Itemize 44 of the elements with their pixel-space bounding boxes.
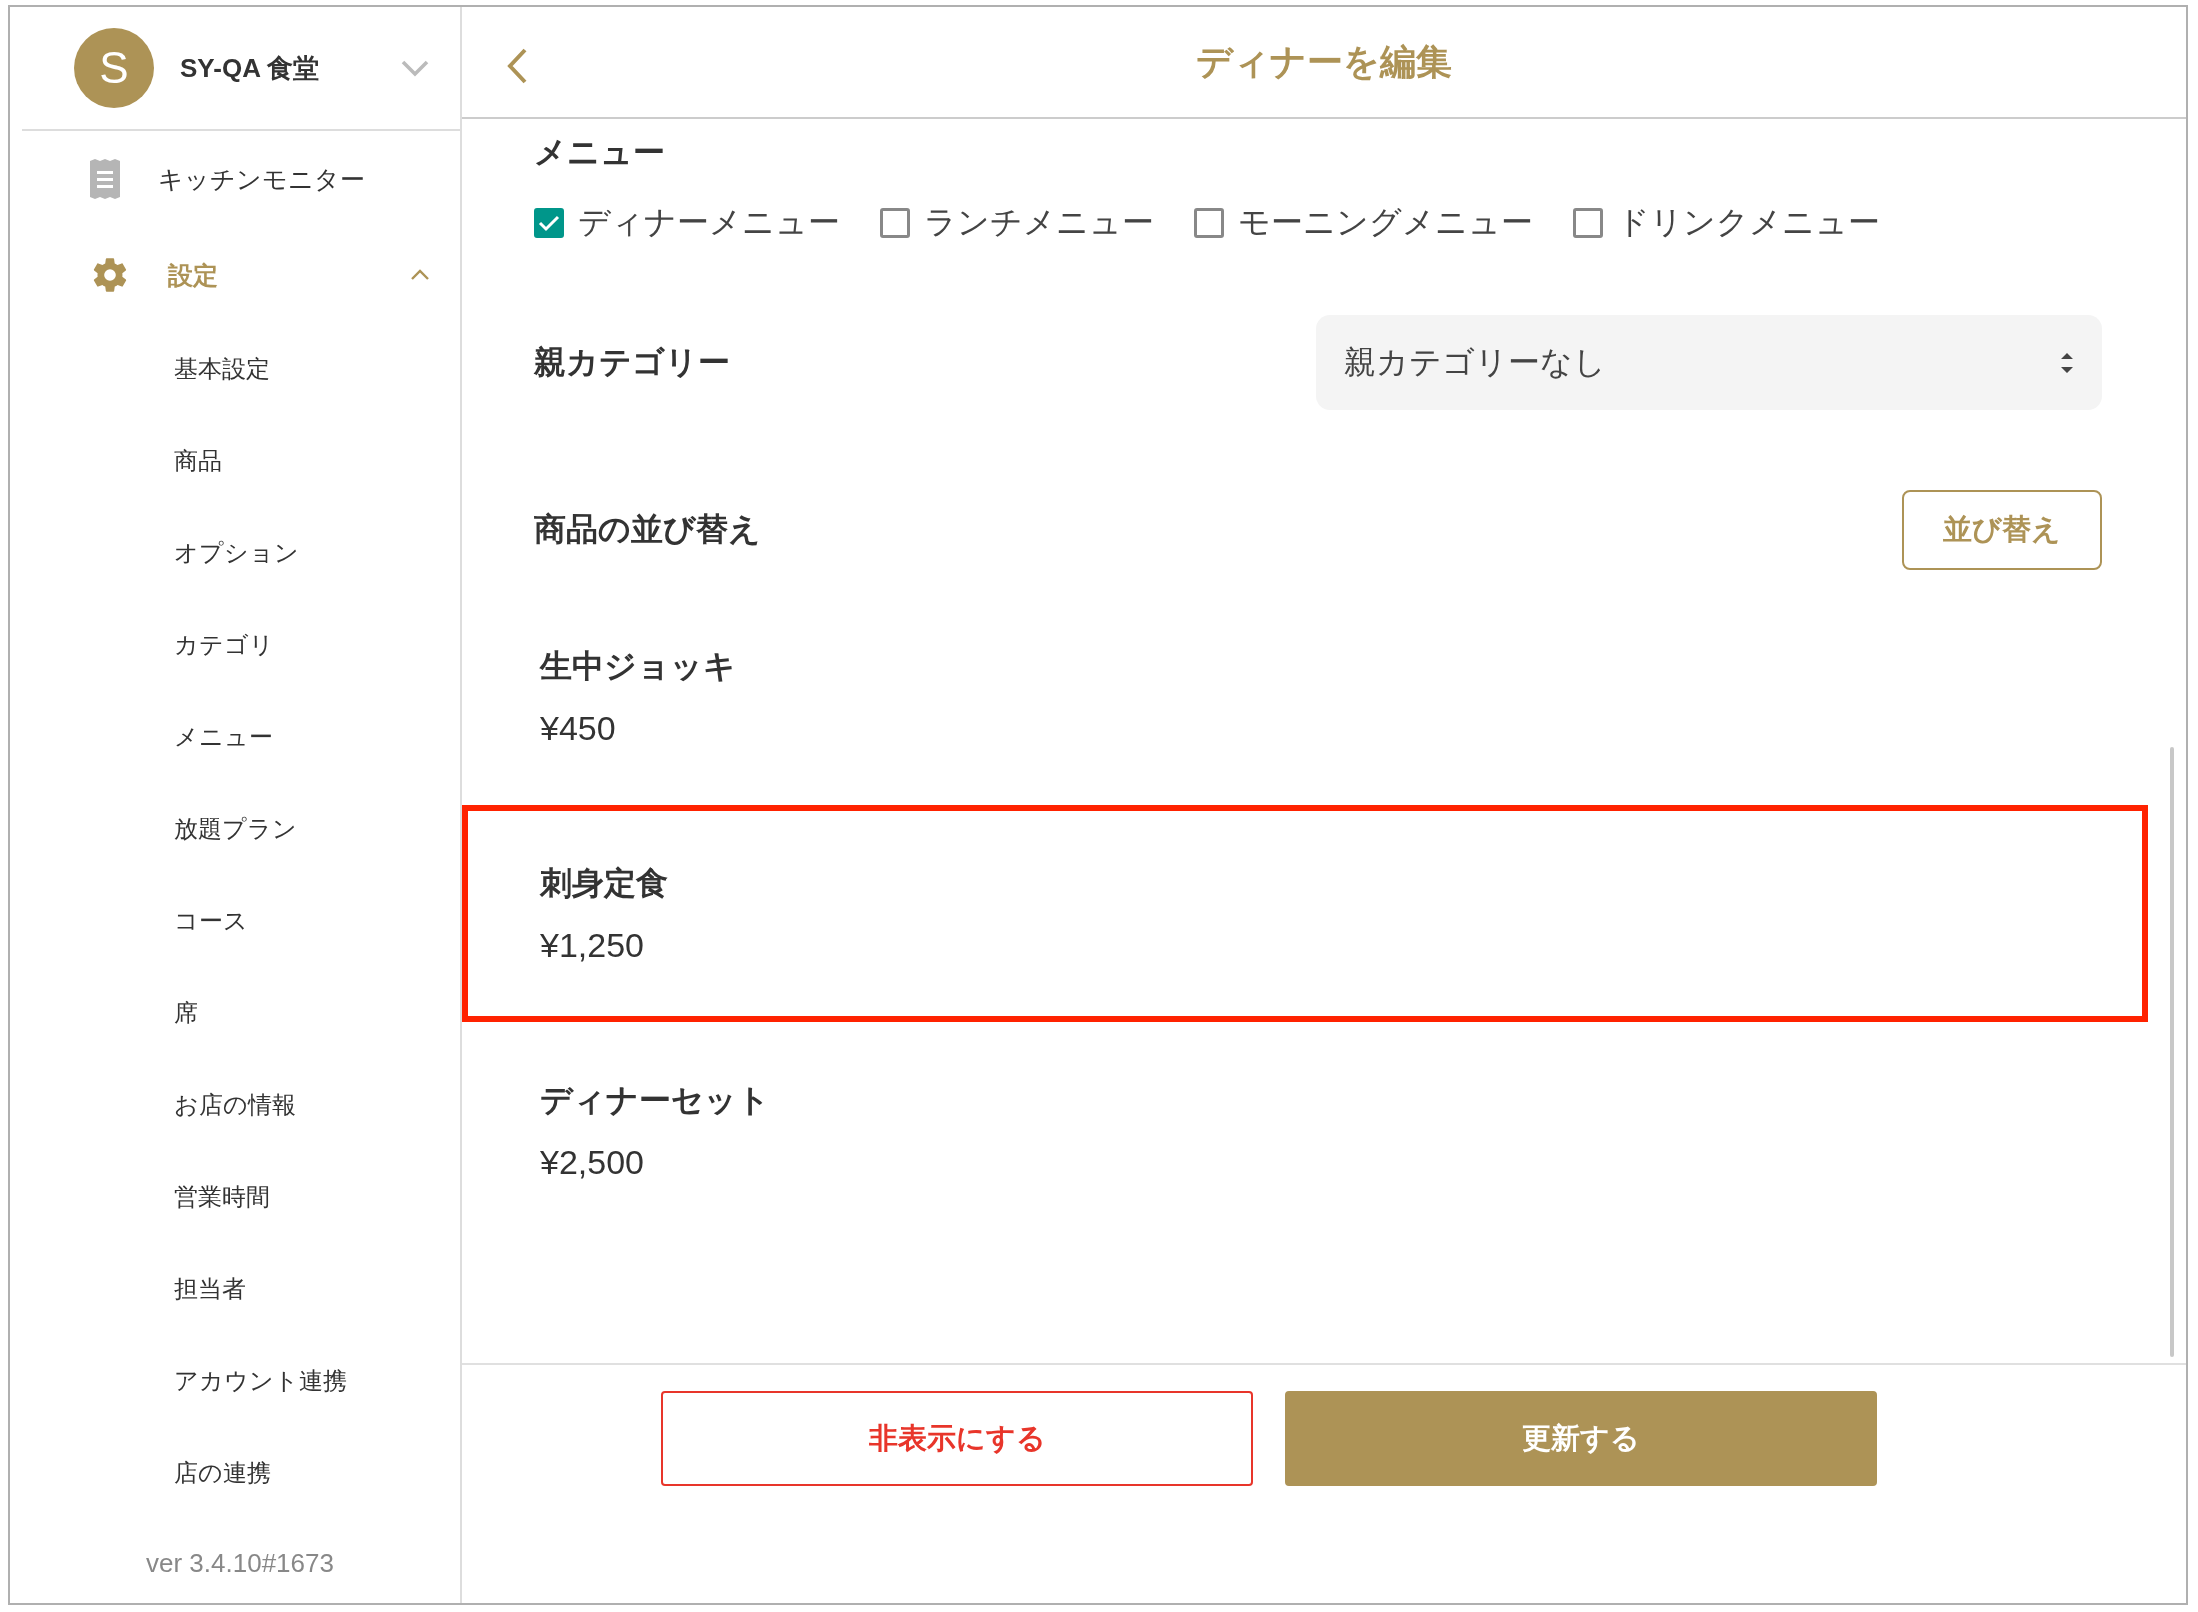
checkbox[interactable] (534, 208, 564, 238)
page-title: ディナーを編集 (1196, 39, 1452, 84)
sidebar-subitem[interactable]: 店の連携 (10, 1427, 460, 1519)
field-label: 商品の並び替え (534, 510, 761, 549)
field-label: 親カテゴリー (534, 342, 730, 382)
checkmark-icon (538, 214, 560, 232)
section-label: メニュー (534, 133, 666, 172)
checkbox[interactable] (880, 208, 910, 238)
sidebar-subitem[interactable]: アカウント連携 (10, 1335, 460, 1427)
product-name: 生中ジョッキ (540, 647, 737, 686)
back-chevron-icon[interactable] (506, 47, 528, 85)
product-name: ディナーセット (540, 1081, 771, 1120)
sidebar-subitem[interactable]: 担当者 (10, 1243, 460, 1335)
parent-category-select[interactable]: 親カテゴリーなし (1316, 315, 2102, 410)
product-item[interactable]: 生中ジョッキ ¥450 (462, 588, 2148, 805)
product-item[interactable]: ディナーセット ¥2,500 (462, 1022, 2148, 1239)
sidebar-subitem[interactable]: カテゴリ (10, 599, 460, 691)
sidebar-item[interactable]: キッチンモニター (10, 131, 460, 227)
product-item[interactable]: 刺身定食 ¥1,250 (462, 805, 2148, 1022)
shop-avatar: S (74, 28, 154, 108)
version-label: ver 3.4.10#1673 (145, 1547, 335, 1580)
sidebar-subitem[interactable]: 基本設定 (10, 323, 460, 415)
sidebar-subitem[interactable]: 席 (10, 967, 460, 1059)
scrollbar[interactable] (2170, 747, 2174, 1357)
menu-checkbox[interactable]: モーニングメニュー (1194, 201, 1533, 245)
product-name: 刺身定食 (540, 864, 669, 903)
menu-checkbox[interactable]: ランチメニュー (880, 201, 1154, 245)
receipt-icon (90, 159, 120, 199)
sidebar-subitem[interactable]: お店の情報 (10, 1059, 460, 1151)
checkbox[interactable] (1573, 208, 1603, 238)
shop-name[interactable]: SY-QA 食堂 (180, 50, 374, 86)
hide-button[interactable]: 非表示にする (661, 1391, 1253, 1486)
sidebar-subitem[interactable]: 営業時間 (10, 1151, 460, 1243)
menu-checkbox[interactable]: ディナーメニュー (534, 201, 840, 245)
product-price: ¥2,500 (540, 1143, 645, 1182)
sidebar-subitem[interactable]: オプション (10, 507, 460, 599)
checkbox[interactable] (1194, 208, 1224, 238)
sidebar-subitem[interactable]: 放題プラン (10, 783, 460, 875)
sidebar-subitem[interactable]: コース (10, 875, 460, 967)
product-price: ¥450 (540, 709, 617, 748)
product-price: ¥1,250 (540, 926, 645, 965)
sidebar-subitem[interactable]: メニュー (10, 691, 460, 783)
menu-checkbox[interactable]: ドリンクメニュー (1573, 201, 1880, 245)
sidebar-subitem[interactable]: 商品 (10, 415, 460, 507)
